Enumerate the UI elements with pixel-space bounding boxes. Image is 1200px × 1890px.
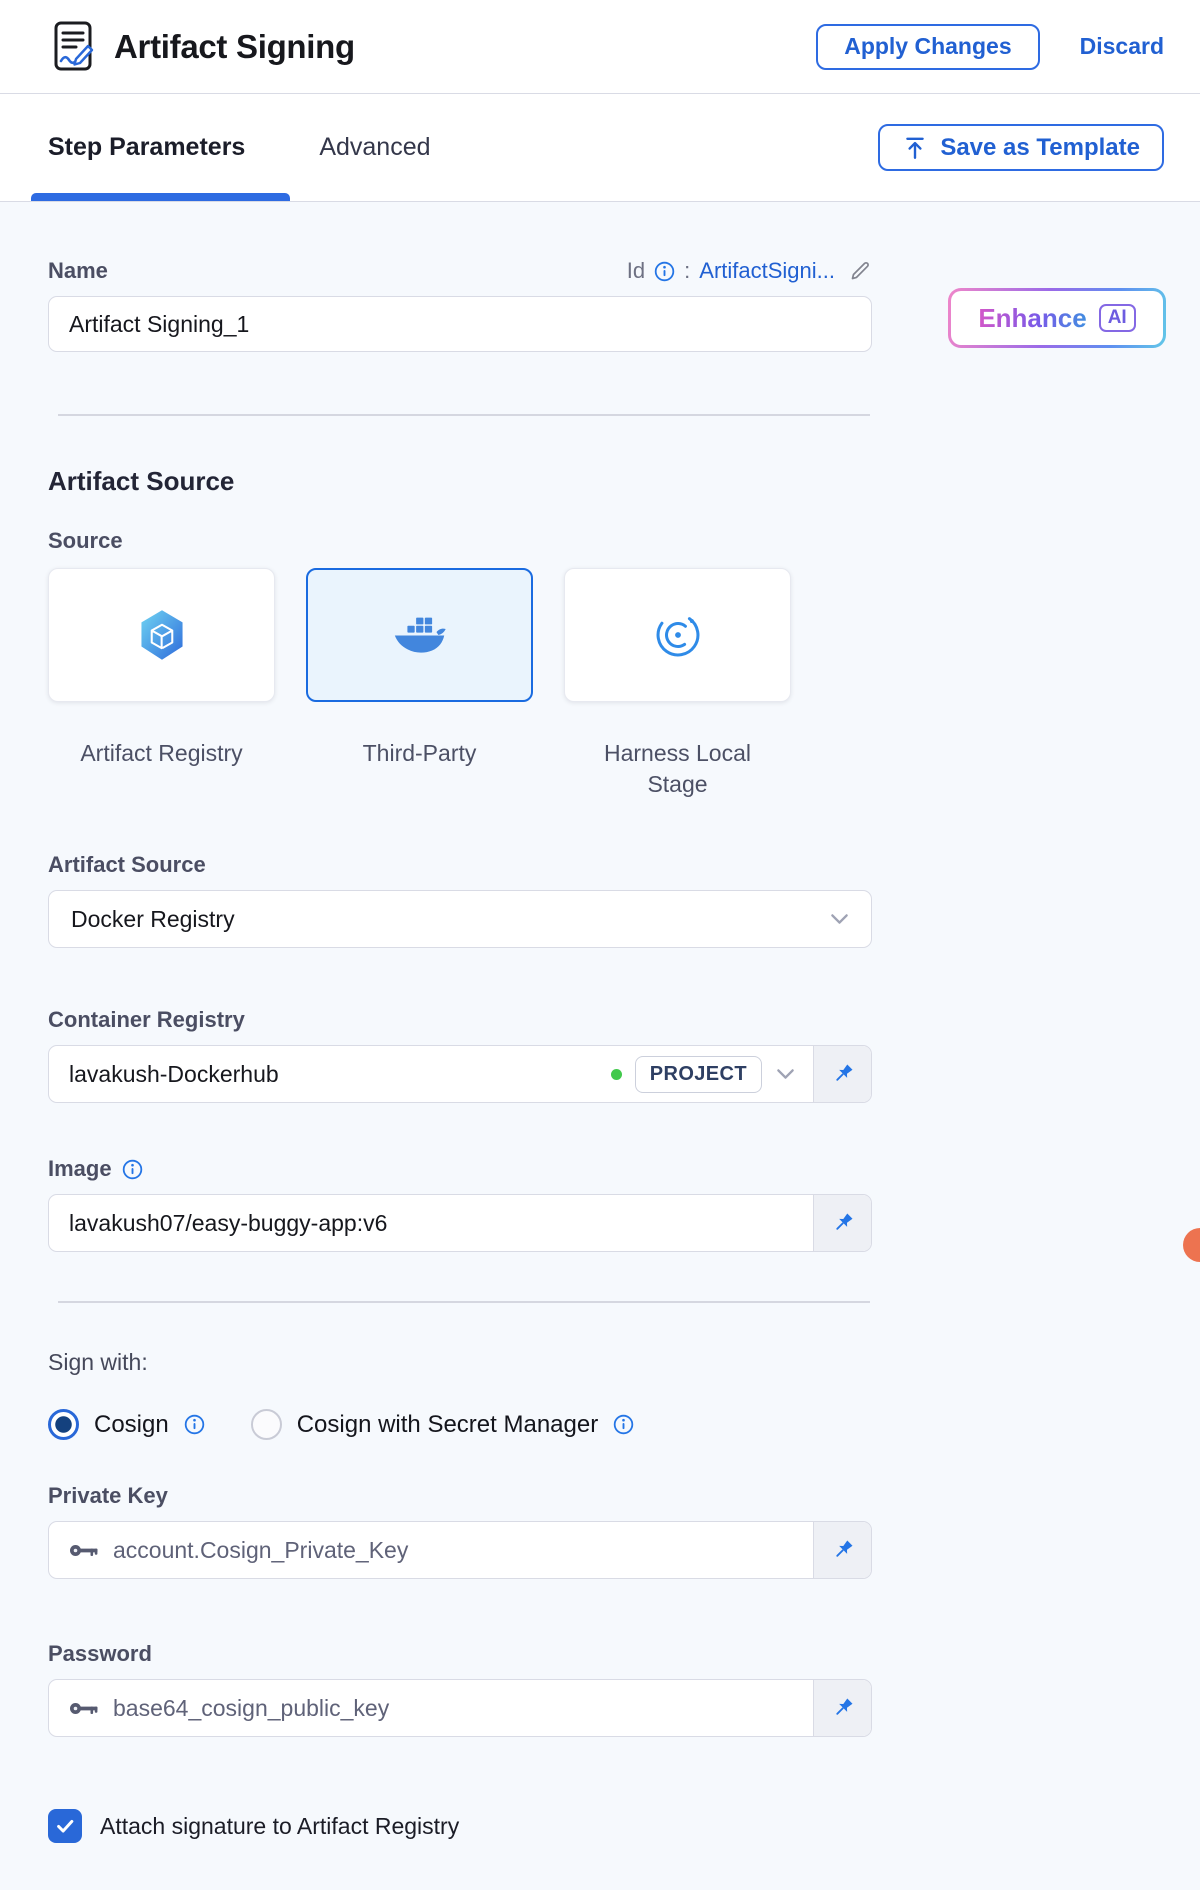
chevron-down-icon xyxy=(830,913,849,925)
source-card-harness-local-stage[interactable] xyxy=(564,568,791,702)
tab-advanced[interactable]: Advanced xyxy=(319,133,430,162)
attach-signature-row: Attach signature to Artifact Registry xyxy=(48,1809,1200,1843)
image-value: lavakush07/easy-buggy-app:v6 xyxy=(49,1210,813,1237)
tab-bar: Step Parameters Advanced Save as Templat… xyxy=(0,94,1200,202)
radio-cosign-secret-manager[interactable]: Cosign with Secret Manager xyxy=(251,1409,634,1440)
pin-icon xyxy=(830,1537,856,1563)
enhance-ai-button[interactable]: Enhance AI xyxy=(948,288,1166,348)
artifact-registry-icon xyxy=(133,606,191,664)
artifact-signing-step-panel: Artifact Signing Apply Changes Discard S… xyxy=(0,0,1200,1890)
edit-id-icon[interactable] xyxy=(848,259,872,283)
apply-changes-button[interactable]: Apply Changes xyxy=(816,24,1039,70)
container-registry-label: Container Registry xyxy=(48,1007,1200,1033)
artifact-signing-step-icon xyxy=(48,19,98,75)
card-label-third-party: Third-Party xyxy=(306,738,533,800)
id-label: Id xyxy=(627,258,645,284)
image-input[interactable]: lavakush07/easy-buggy-app:v6 xyxy=(48,1194,872,1252)
info-icon[interactable] xyxy=(122,1159,143,1180)
card-label-artifact-registry: Artifact Registry xyxy=(48,738,275,800)
tab-step-parameters[interactable]: Step Parameters xyxy=(48,133,245,162)
private-key-value: account.Cosign_Private_Key xyxy=(113,1537,408,1564)
step-parameters-form: Enhance AI Name Id : ArtifactSigni... Ar… xyxy=(0,258,1200,1890)
container-registry-input[interactable]: lavakush-Dockerhub PROJECT xyxy=(48,1045,872,1103)
private-key-input[interactable]: account.Cosign_Private_Key xyxy=(48,1521,872,1579)
step-id-value[interactable]: ArtifactSigni... xyxy=(699,258,835,284)
ai-badge: AI xyxy=(1099,304,1136,332)
pin-icon xyxy=(830,1210,856,1236)
private-key-label: Private Key xyxy=(48,1483,1200,1509)
upload-icon xyxy=(902,135,928,161)
docker-icon xyxy=(389,612,451,658)
radio-cosign-secret-manager-label: Cosign with Secret Manager xyxy=(297,1411,598,1439)
name-label: Name xyxy=(48,258,108,284)
card-label-harness-local-stage: Harness Local Stage xyxy=(564,738,791,800)
active-tab-indicator xyxy=(31,193,290,201)
page-title: Artifact Signing xyxy=(114,28,355,66)
attach-signature-label: Attach signature to Artifact Registry xyxy=(100,1813,459,1840)
discard-button[interactable]: Discard xyxy=(1080,33,1164,60)
panel-header: Artifact Signing Apply Changes Discard xyxy=(0,0,1200,94)
artifact-source-selected-value: Docker Registry xyxy=(71,906,235,933)
password-input[interactable]: base64_cosign_public_key xyxy=(48,1679,872,1737)
pin-input-type-button[interactable] xyxy=(813,1046,871,1102)
id-separator: : xyxy=(684,258,690,284)
pin-icon xyxy=(830,1061,856,1087)
key-icon xyxy=(69,1701,99,1716)
artifact-source-select[interactable]: Docker Registry xyxy=(48,890,872,948)
info-icon[interactable] xyxy=(613,1414,634,1435)
name-input[interactable] xyxy=(48,296,872,352)
radio-cosign[interactable]: Cosign xyxy=(48,1409,205,1440)
source-label: Source xyxy=(48,528,1200,554)
section-divider xyxy=(58,414,870,416)
attach-signature-checkbox[interactable] xyxy=(48,1809,82,1843)
image-label: Image xyxy=(48,1156,112,1182)
source-card-artifact-registry[interactable] xyxy=(48,568,275,702)
source-card-third-party[interactable] xyxy=(306,568,533,702)
radio-selected-icon xyxy=(48,1409,79,1440)
container-registry-value: lavakush-Dockerhub xyxy=(49,1061,611,1088)
info-icon[interactable] xyxy=(184,1414,205,1435)
key-icon xyxy=(69,1543,99,1558)
section-divider xyxy=(58,1301,870,1303)
pin-input-type-button[interactable] xyxy=(813,1522,871,1578)
save-as-template-button[interactable]: Save as Template xyxy=(878,124,1164,171)
pin-icon xyxy=(830,1695,856,1721)
notification-dot[interactable] xyxy=(1183,1228,1200,1262)
chevron-down-icon[interactable] xyxy=(776,1068,795,1080)
pin-input-type-button[interactable] xyxy=(813,1195,871,1251)
artifact-source-heading: Artifact Source xyxy=(48,466,1200,497)
scope-badge: PROJECT xyxy=(635,1056,762,1093)
radio-unselected-icon xyxy=(251,1409,282,1440)
password-label: Password xyxy=(48,1641,1200,1667)
sign-with-label: Sign with: xyxy=(48,1349,1200,1376)
connector-status-dot xyxy=(611,1069,622,1080)
password-value: base64_cosign_public_key xyxy=(113,1695,389,1722)
radio-cosign-label: Cosign xyxy=(94,1411,169,1439)
enhance-label: Enhance xyxy=(978,303,1086,334)
save-as-template-label: Save as Template xyxy=(940,134,1140,162)
pin-input-type-button[interactable] xyxy=(813,1680,871,1736)
info-icon[interactable] xyxy=(654,261,675,282)
harness-local-stage-icon xyxy=(649,606,707,664)
artifact-source-dropdown-label: Artifact Source xyxy=(48,852,1200,878)
